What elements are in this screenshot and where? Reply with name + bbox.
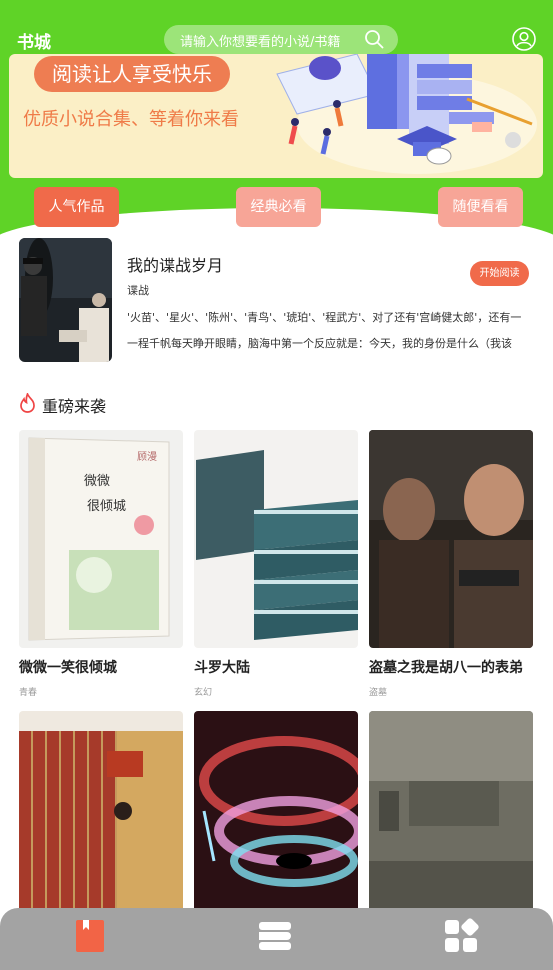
featured-description: '火苗'、'星火'、'陈州'、'青鸟'、'琥珀'、'程武方'、对了还有'宫崎健太…: [127, 311, 522, 350]
book-title: 斗罗大陆: [194, 660, 250, 676]
book-cover[interactable]: [19, 711, 183, 929]
featured-tag: 谍战: [127, 284, 149, 297]
svg-text:顾漫: 顾漫: [137, 451, 157, 463]
book-title: 微微一笑很倾城: [19, 660, 117, 676]
promo-banner[interactable]: 阅读让人享受快乐 优质小说合集、等着你来看: [9, 54, 543, 178]
svg-text:很倾城: 很倾城: [87, 499, 126, 514]
featured-title[interactable]: 我的谍战岁月: [127, 252, 223, 276]
book-cover[interactable]: [194, 711, 358, 929]
start-reading-button[interactable]: 开始阅读: [470, 261, 529, 286]
book-cover[interactable]: 微微 很倾城 顾漫: [19, 430, 183, 648]
book-genre: 玄幻: [194, 688, 213, 698]
book-title: 盗墓之我是胡八一的表弟: [369, 660, 523, 676]
book-cover[interactable]: [369, 711, 533, 929]
bookmark-icon[interactable]: [72, 918, 108, 954]
banner-illustration: [276, 54, 537, 174]
book-cover[interactable]: [369, 430, 533, 648]
tab-classic[interactable]: 经典必看: [236, 187, 321, 227]
banner-subline: 优质小说合集、等着你来看: [23, 109, 239, 130]
banner-headline: 阅读让人享受快乐: [34, 56, 230, 92]
search-icon[interactable]: [364, 29, 384, 49]
list-icon[interactable]: [257, 918, 293, 954]
book-genre: 盗墓: [369, 688, 388, 698]
bottom-navigation: [0, 908, 553, 970]
fire-icon: [20, 393, 35, 413]
search-input[interactable]: 请输入你想要看的小说/书籍: [164, 25, 398, 54]
search-placeholder: 请输入你想要看的小说/书籍: [180, 35, 341, 50]
tab-popular[interactable]: 人气作品: [34, 187, 119, 227]
section-title: 重磅来袭: [42, 397, 107, 416]
page-title: 书城: [17, 33, 51, 53]
apps-icon[interactable]: [443, 918, 479, 954]
book-genre: 青春: [19, 688, 38, 698]
book-cover[interactable]: [194, 430, 358, 648]
tab-random[interactable]: 随便看看: [438, 187, 523, 227]
svg-text:微微: 微微: [84, 474, 110, 489]
user-icon[interactable]: [512, 27, 536, 51]
featured-cover[interactable]: [19, 238, 112, 362]
